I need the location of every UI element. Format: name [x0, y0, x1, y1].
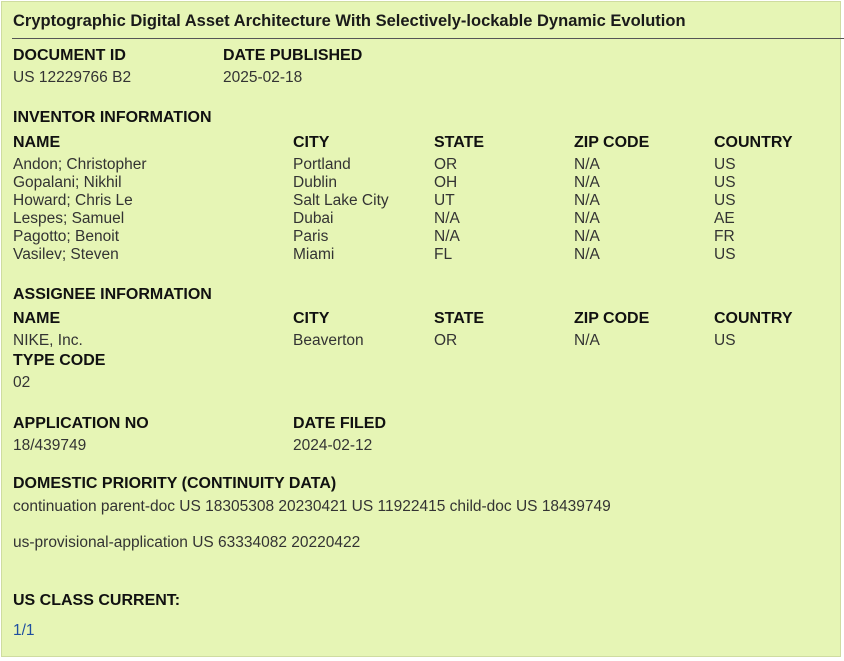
inventor-state: OH	[434, 174, 458, 191]
inventor-state: OR	[434, 156, 458, 173]
inventor-table-header: NAME CITY STATE ZIP CODE COUNTRY	[13, 134, 833, 152]
inventor-zip: N/A	[574, 156, 600, 173]
col-state: STATE	[434, 134, 485, 151]
document-id-label: DOCUMENT ID	[13, 47, 126, 64]
col-state: STATE	[434, 310, 485, 327]
inventor-name: Howard; Chris Le	[13, 192, 133, 209]
application-no-value: 18/439749	[13, 437, 87, 454]
table-row: Pagotto; Benoit Paris N/A N/A FR	[13, 228, 833, 246]
document-id-value: US 12229766 B2	[13, 69, 132, 86]
inventor-name: Lespes; Samuel	[13, 210, 125, 227]
assignee-table-header: NAME CITY STATE ZIP CODE COUNTRY	[13, 310, 833, 328]
inventor-zip: N/A	[574, 174, 600, 191]
col-country: COUNTRY	[714, 310, 793, 327]
table-row: Lespes; Samuel Dubai N/A N/A AE	[13, 210, 833, 228]
date-published-label: DATE PUBLISHED	[223, 47, 363, 64]
inventor-country: US	[714, 192, 736, 209]
col-name: NAME	[13, 134, 61, 151]
priority-line-continuation: continuation parent-doc US 18305308 2023…	[13, 498, 611, 515]
date-published-value: 2025-02-18	[223, 69, 303, 86]
assignee-zip: N/A	[574, 332, 600, 349]
inventor-zip: N/A	[574, 246, 600, 263]
inventor-state: FL	[434, 246, 453, 263]
inventor-state: UT	[434, 192, 455, 209]
col-name: NAME	[13, 310, 61, 327]
inventor-name: Vasilev; Steven	[13, 246, 119, 263]
assignee-state: OR	[434, 332, 458, 349]
col-country: COUNTRY	[714, 134, 793, 151]
inventor-state: N/A	[434, 210, 460, 227]
inventor-country: FR	[714, 228, 735, 245]
inventor-zip: N/A	[574, 210, 600, 227]
inventor-state: N/A	[434, 228, 460, 245]
domestic-priority-heading: DOMESTIC PRIORITY (CONTINUITY DATA)	[13, 475, 337, 492]
inventor-country: AE	[714, 210, 735, 227]
date-filed-value: 2024-02-12	[293, 437, 373, 454]
title-divider	[12, 38, 844, 39]
inventor-name: Gopalani; Nikhil	[13, 174, 122, 191]
inventor-zip: N/A	[574, 192, 600, 209]
assignee-section-heading: ASSIGNEE INFORMATION	[13, 286, 212, 303]
document-panel: Cryptographic Digital Asset Architecture…	[1, 1, 844, 657]
table-row: Gopalani; Nikhil Dublin OH N/A US	[13, 174, 833, 192]
table-row: Vasilev; Steven Miami FL N/A US	[13, 246, 833, 264]
table-row: Howard; Chris Le Salt Lake City UT N/A U…	[13, 192, 833, 210]
inventor-country: US	[714, 156, 736, 173]
us-class-heading: US CLASS CURRENT:	[13, 592, 181, 609]
pager-link[interactable]: 1/1	[13, 622, 35, 640]
inventor-city: Portland	[293, 156, 351, 173]
col-city: CITY	[293, 310, 330, 327]
inventor-name: Andon; Christopher	[13, 156, 147, 173]
inventor-city: Paris	[293, 228, 329, 245]
inventor-section-heading: INVENTOR INFORMATION	[13, 109, 212, 126]
assignee-name: NIKE, Inc.	[13, 332, 83, 349]
type-code-label: TYPE CODE	[13, 352, 106, 369]
inventor-zip: N/A	[574, 228, 600, 245]
application-no-label: APPLICATION NO	[13, 415, 149, 432]
table-row: NIKE, Inc. Beaverton OR N/A US	[13, 332, 833, 350]
inventor-name: Pagotto; Benoit	[13, 228, 119, 245]
type-code-value: 02	[13, 374, 31, 391]
col-zip: ZIP CODE	[574, 310, 650, 327]
table-row: Andon; Christopher Portland OR N/A US	[13, 156, 833, 174]
date-filed-label: DATE FILED	[293, 415, 387, 432]
inventor-city: Salt Lake City	[293, 192, 389, 209]
inventor-country: US	[714, 174, 736, 191]
priority-line-provisional: us-provisional-application US 63334082 2…	[13, 534, 361, 551]
assignee-city: Beaverton	[293, 332, 364, 349]
assignee-country: US	[714, 332, 736, 349]
page-title: Cryptographic Digital Asset Architecture…	[13, 12, 686, 30]
col-city: CITY	[293, 134, 330, 151]
inventor-city: Dublin	[293, 174, 337, 191]
inventor-country: US	[714, 246, 736, 263]
inventor-city: Dubai	[293, 210, 334, 227]
inventor-city: Miami	[293, 246, 335, 263]
col-zip: ZIP CODE	[574, 134, 650, 151]
